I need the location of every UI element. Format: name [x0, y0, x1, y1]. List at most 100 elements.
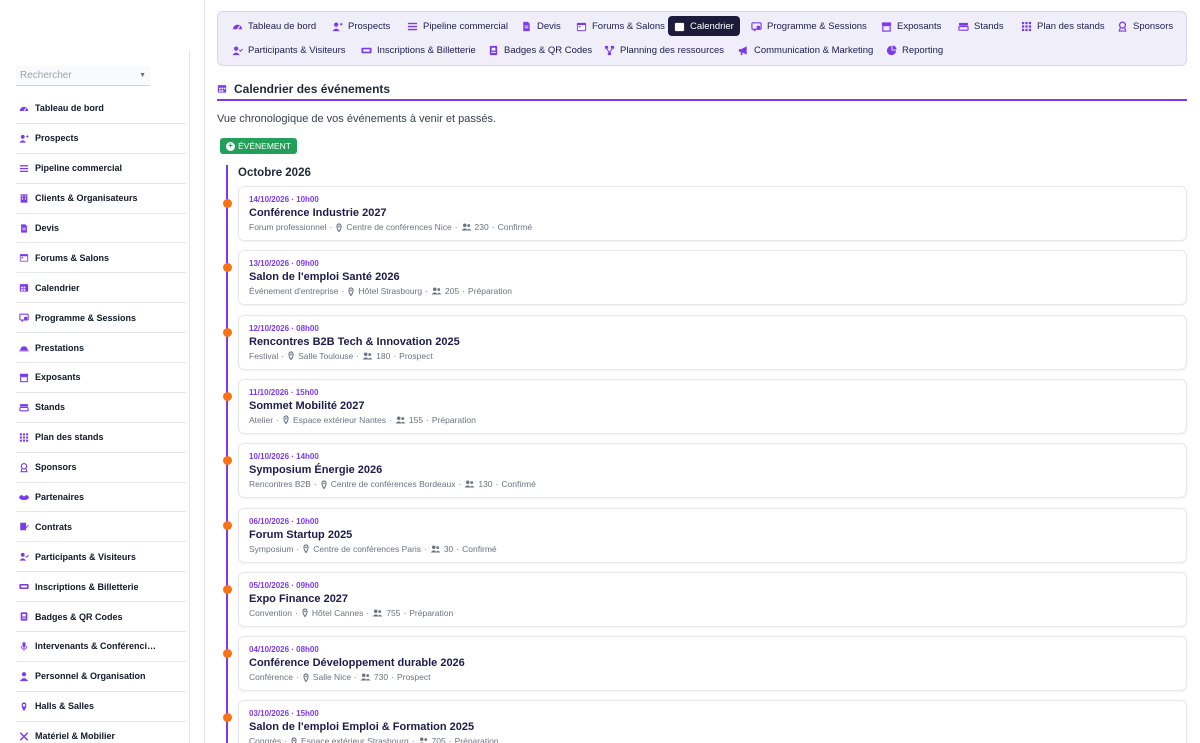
- map-marker-icon: [287, 351, 295, 361]
- event-title[interactable]: Conférence Développement durable 2026: [249, 657, 1176, 671]
- sidebar-item-16[interactable]: Inscriptions & Billetterie: [16, 572, 186, 603]
- sidebar-item-3[interactable]: Clients & Organisateurs: [16, 184, 186, 214]
- sidebar-item-21[interactable]: Matériel & Mobilier: [16, 722, 186, 743]
- event-title[interactable]: Salon de l'emploi Emploi & Formation 202…: [249, 721, 1176, 735]
- user-plus-icon: [332, 21, 343, 32]
- tab-8[interactable]: Stands: [952, 16, 1010, 36]
- event-place: Hôtel Strasbourg: [358, 286, 423, 297]
- event-card[interactable]: 11/10/2026 · 15h00 Sommet Mobilité 2027 …: [238, 378, 1187, 434]
- event-title[interactable]: Expo Finance 2027: [249, 593, 1176, 607]
- tab-label: Sponsors: [1133, 20, 1174, 32]
- tab-3[interactable]: Devis: [515, 16, 567, 36]
- tab-9[interactable]: Plan des stands: [1015, 16, 1111, 36]
- sidebar-item-17[interactable]: Badges & QR Codes: [16, 602, 186, 633]
- sidebar-item-8[interactable]: Prestations: [16, 333, 186, 364]
- users-check-icon: [19, 552, 29, 562]
- tab-label: Exposants: [897, 20, 942, 32]
- event-meta: Congrès · Espace extérieur Strasbourg · …: [249, 736, 1176, 743]
- users-icon: [395, 416, 406, 424]
- sidebar-item-12[interactable]: Sponsors: [16, 453, 186, 483]
- event-place: Hôtel Cannes: [311, 607, 364, 618]
- event-card[interactable]: 06/10/2026 · 10h00 Forum Startup 2025 Sy…: [238, 507, 1187, 563]
- separator: ·: [456, 543, 460, 554]
- event-card[interactable]: 12/10/2026 · 08h00 Rencontres B2B Tech &…: [238, 314, 1187, 370]
- sidebar-item-label: Partenaires: [35, 492, 85, 503]
- event-title[interactable]: Salon de l'emploi Santé 2026: [249, 271, 1176, 285]
- tab-15[interactable]: Communication & Marketing: [732, 40, 879, 60]
- event-title[interactable]: Sommet Mobilité 2027: [249, 400, 1176, 414]
- sidebar-item-9[interactable]: Exposants: [16, 363, 186, 393]
- sidebar-item-11[interactable]: Plan des stands: [16, 423, 186, 453]
- event-card[interactable]: 03/10/2026 · 15h00 Salon de l'emploi Emp…: [238, 700, 1187, 743]
- tab-label: Plan des stands: [1037, 20, 1105, 32]
- event-status: Préparation: [431, 414, 476, 425]
- event-title[interactable]: Conférence Industrie 2027: [249, 207, 1176, 221]
- event-type: Événement d'entreprise: [249, 286, 339, 297]
- separator: ·: [389, 414, 392, 425]
- event-card[interactable]: 10/10/2026 · 14h00 Symposium Énergie 202…: [238, 443, 1187, 499]
- sidebar-item-label: Participants & Visiteurs: [35, 551, 136, 562]
- sidebar-item-0[interactable]: Tableau de bord: [16, 94, 186, 124]
- tab-2[interactable]: Pipeline commercial: [401, 16, 514, 36]
- sidebar: Rechercher ▼ Tableau de bord Prospects Pip…: [0, 0, 205, 743]
- separator: ·: [281, 350, 285, 361]
- separator: ·: [284, 736, 287, 743]
- add-event-button[interactable]: + ÉVÉNEMENT: [220, 138, 297, 154]
- calendar-grid-icon: [217, 84, 227, 94]
- tab-6[interactable]: Programme & Sessions: [745, 16, 873, 36]
- tab-1[interactable]: Prospects: [326, 16, 396, 36]
- event-participants: 705: [431, 736, 446, 743]
- tab-16[interactable]: Reporting: [880, 40, 949, 60]
- event-meta: Forum professionnel · Centre de conféren…: [249, 222, 1176, 232]
- gauge-icon: [232, 21, 243, 32]
- sidebar-item-10[interactable]: Stands: [16, 393, 186, 423]
- sidebar-item-7[interactable]: Programme & Sessions: [16, 303, 186, 334]
- bell-service-icon: [19, 343, 29, 353]
- sidebar-item-19[interactable]: Personnel & Organisation: [16, 662, 186, 692]
- event-card[interactable]: 14/10/2026 · 10h00 Conférence Industrie …: [238, 186, 1187, 241]
- tab-5[interactable]: Calendrier: [668, 16, 740, 36]
- sidebar-divider: [189, 50, 190, 743]
- event-card[interactable]: 13/10/2026 · 09h00 Salon de l'emploi San…: [238, 250, 1187, 306]
- separator: ·: [391, 672, 394, 683]
- sidebar-item-14[interactable]: Contrats: [16, 512, 186, 543]
- tab-7[interactable]: Exposants: [875, 16, 947, 36]
- users-icon: [464, 480, 475, 488]
- event-card[interactable]: 04/10/2026 · 08h00 Conférence Développem…: [238, 636, 1187, 692]
- tab-4[interactable]: Forums & Salons: [570, 16, 671, 36]
- sidebar-item-label: Clients & Organisateurs: [35, 193, 138, 204]
- event-title[interactable]: Rencontres B2B Tech & Innovation 2025: [249, 336, 1176, 350]
- pie-chart-icon: [886, 44, 897, 56]
- sidebar-item-5[interactable]: Forums & Salons: [16, 243, 186, 274]
- event-status: Confirmé: [462, 543, 497, 554]
- sidebar-item-13[interactable]: Partenaires: [16, 483, 186, 513]
- search-select[interactable]: Rechercher ▼: [16, 66, 150, 86]
- timeline-dot: [223, 456, 232, 466]
- event-title[interactable]: Forum Startup 2025: [249, 529, 1176, 543]
- user-tie-icon: [19, 671, 29, 681]
- sidebar-item-4[interactable]: Devis: [16, 214, 186, 244]
- sidebar-item-1[interactable]: Prospects: [16, 124, 186, 154]
- event-card[interactable]: 05/10/2026 · 09h00 Expo Finance 2027 Con…: [238, 571, 1187, 627]
- map-marker-icon: [347, 287, 355, 296]
- tab-10[interactable]: Sponsors: [1111, 16, 1179, 36]
- separator: ·: [354, 672, 357, 683]
- users-icon: [431, 287, 442, 295]
- sidebar-item-2[interactable]: Pipeline commercial: [16, 154, 186, 184]
- event-title[interactable]: Symposium Énergie 2026: [249, 464, 1176, 478]
- separator: ·: [403, 607, 407, 618]
- tab-12[interactable]: Inscriptions & Billetterie: [355, 40, 482, 60]
- sidebar-item-15[interactable]: Participants & Visiteurs: [16, 542, 186, 573]
- separator: ·: [454, 222, 458, 232]
- tab-14[interactable]: Planning des ressources: [598, 40, 730, 60]
- add-event-label: ÉVÉNEMENT: [238, 141, 291, 151]
- timeline-dot: [223, 584, 232, 594]
- sidebar-item-20[interactable]: Halls & Salles: [16, 692, 186, 722]
- tab-11[interactable]: Participants & Visiteurs: [226, 40, 352, 60]
- timeline-dot: [223, 199, 232, 208]
- sidebar-item-18[interactable]: Intervenants & Conférenci…: [16, 632, 186, 662]
- sidebar-item-6[interactable]: Calendrier: [16, 273, 186, 304]
- tab-0[interactable]: Tableau de bord: [226, 16, 322, 36]
- tab-13[interactable]: Badges & QR Codes: [482, 40, 598, 60]
- event-date: 11/10/2026 · 15h00: [249, 387, 319, 397]
